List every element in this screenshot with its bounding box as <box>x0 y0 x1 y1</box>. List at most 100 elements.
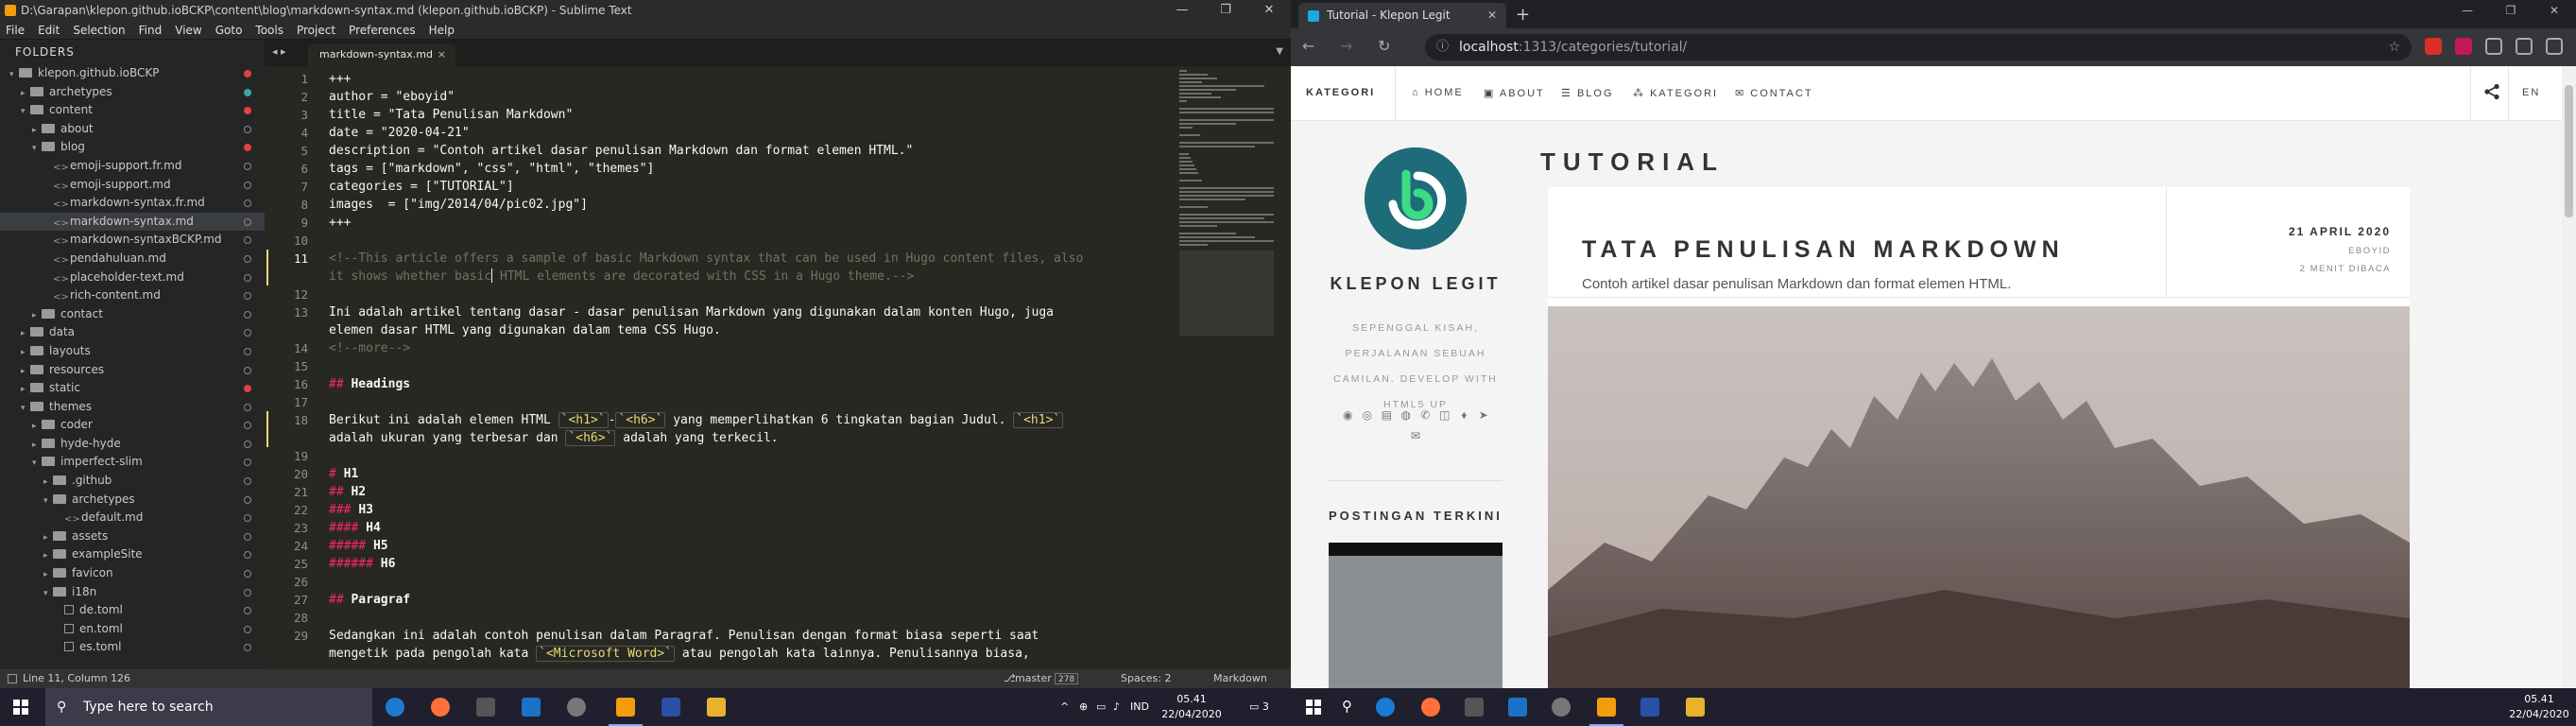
powershell-icon[interactable] <box>1640 698 1659 717</box>
rss-icon[interactable]: ◉ <box>1338 408 1358 422</box>
tree-folder[interactable]: ▾ blog <box>0 138 265 157</box>
nav-kategori[interactable]: ⁂ KATEGORI <box>1633 87 1718 99</box>
editor-scrollbar[interactable] <box>1281 66 1291 669</box>
reading-list-icon[interactable] <box>2485 38 2502 55</box>
dribbble-icon[interactable]: ◍ <box>1397 408 1417 422</box>
email-icon[interactable]: ✉ <box>1406 429 1426 442</box>
sublime-taskbar-icon[interactable] <box>1597 698 1616 717</box>
site-brand[interactable]: KATEGORI <box>1306 87 1375 98</box>
tree-folder[interactable]: ▸ layouts <box>0 342 265 361</box>
nav-blog[interactable]: ☰ BLOG <box>1561 87 1614 99</box>
maximize-button[interactable]: ❐ <box>1204 0 1247 21</box>
tree-folder[interactable]: ▸ assets <box>0 527 265 546</box>
language-switch[interactable]: EN <box>2522 87 2540 98</box>
menu-preferences[interactable]: Preferences <box>349 21 416 39</box>
menu-tools[interactable]: Tools <box>255 21 283 39</box>
file-explorer-icon[interactable] <box>1686 698 1705 717</box>
inkscape-icon[interactable] <box>1465 698 1484 717</box>
tree-file[interactable]: <>rich-content.md <box>0 286 265 305</box>
nav-about[interactable]: ▣ ABOUT <box>1484 87 1545 99</box>
tray-chevron-icon[interactable]: ^ <box>1060 688 1069 726</box>
minimap-viewport[interactable] <box>1179 251 1274 336</box>
menu-view[interactable]: View <box>175 21 201 39</box>
scrollbar-thumb[interactable] <box>2565 85 2573 217</box>
tab-close-icon[interactable]: × <box>438 43 446 66</box>
tab-close-icon[interactable]: ✕ <box>1487 3 1497 28</box>
file-explorer-icon[interactable] <box>707 698 726 717</box>
close-button[interactable]: ✕ <box>2533 0 2576 28</box>
whatsapp-icon[interactable]: ✆ <box>1416 408 1435 422</box>
git-branch[interactable]: master <box>1015 669 1052 688</box>
tree-file[interactable]: <>markdown-syntaxBCKP.md <box>0 231 265 250</box>
minimap[interactable] <box>1177 66 1281 669</box>
tree-file[interactable]: <>emoji-support.md <box>0 176 265 195</box>
tree-file[interactable]: <>emoji-support.fr.md <box>0 157 265 176</box>
tab-markdown-syntax[interactable]: markdown-syntax.md × <box>308 43 455 66</box>
notification-icon[interactable]: ▭ 3 <box>1249 688 1269 726</box>
tree-folder[interactable]: ▸ resources <box>0 361 265 380</box>
tree-folder[interactable]: ▸ static <box>0 379 265 398</box>
minimize-button[interactable]: — <box>2446 0 2489 28</box>
menu-goto[interactable]: Goto <box>215 21 243 39</box>
tree-file[interactable]: <>placeholder-text.md <box>0 268 265 287</box>
browser-tab-tutorial[interactable]: Tutorial - Klepon Legit ✕ <box>1298 3 1506 28</box>
site-info-icon[interactable]: ⓘ <box>1436 34 1449 60</box>
sublime-taskbar-icon[interactable] <box>616 698 635 717</box>
firefox-icon[interactable] <box>431 698 450 717</box>
menu-project[interactable]: Project <box>297 21 335 39</box>
post-featured-image[interactable] <box>1548 306 2410 688</box>
mail-icon[interactable] <box>522 698 541 717</box>
address-bar[interactable]: ⓘ localhost:1313/categories/tutorial/ ☆ <box>1425 34 2412 60</box>
tab-dropdown-icon[interactable]: ▼ <box>1276 46 1283 57</box>
extension-shield-icon[interactable] <box>2425 38 2442 55</box>
inkscape-icon[interactable] <box>476 698 495 717</box>
close-button[interactable]: ✕ <box>1247 0 1291 21</box>
tree-folder[interactable]: ▸ data <box>0 323 265 342</box>
tree-folder[interactable]: ▾ content <box>0 101 265 120</box>
windows-start-icon[interactable] <box>13 700 28 715</box>
share-icon[interactable] <box>2483 83 2500 105</box>
media-player-icon[interactable] <box>1552 698 1571 717</box>
tree-folder[interactable]: ▸ favicon <box>0 564 265 583</box>
edge-icon[interactable] <box>1376 698 1395 717</box>
instagram-icon[interactable]: ◫ <box>1435 408 1455 422</box>
share-icon[interactable] <box>2546 38 2563 55</box>
collections-icon[interactable] <box>2516 38 2533 55</box>
tree-folder[interactable]: ▾ themes <box>0 398 265 417</box>
nav-home[interactable]: ⌂ HOME <box>1412 87 1464 98</box>
tree-file[interactable]: <>markdown-syntax.fr.md <box>0 194 265 213</box>
tree-folder[interactable]: ▸ coder <box>0 416 265 435</box>
bookmark-star-icon[interactable]: ☆ <box>2388 34 2400 60</box>
menu-find[interactable]: Find <box>139 21 163 39</box>
edge-icon[interactable] <box>386 698 404 717</box>
input-language[interactable]: IND <box>1130 688 1149 726</box>
mail-icon[interactable] <box>1508 698 1527 717</box>
taskbar-search[interactable]: ⚲ Type here to search <box>45 688 372 726</box>
panel-toggle-icon[interactable] <box>8 674 17 683</box>
tree-folder[interactable]: ▾ klepon.github.ioBCKP <box>0 64 265 83</box>
menu-file[interactable]: File <box>6 21 25 39</box>
volume-icon[interactable]: ♪ <box>1113 688 1120 726</box>
tree-folder[interactable]: ▸ .github <box>0 472 265 491</box>
site-logo[interactable] <box>1365 147 1467 250</box>
menu-edit[interactable]: Edit <box>38 21 60 39</box>
firefox-icon[interactable] <box>1421 698 1440 717</box>
tree-file[interactable]: en.toml <box>0 620 265 639</box>
tree-file[interactable]: <>default.md <box>0 509 265 527</box>
new-tab-button[interactable]: + <box>1516 5 1530 25</box>
recent-post-thumbnail[interactable] <box>1329 543 1503 688</box>
minimize-button[interactable]: — <box>1160 0 1204 21</box>
nav-contact[interactable]: ✉ CONTACT <box>1735 87 1813 99</box>
media-player-icon[interactable] <box>567 698 586 717</box>
tree-file[interactable]: <>markdown-syntax.md <box>0 212 265 232</box>
maximize-button[interactable]: ❐ <box>2489 0 2533 28</box>
reload-icon[interactable]: ↻ <box>1378 37 1390 55</box>
tab-nav-arrows[interactable]: ◂ ▸ <box>272 45 286 58</box>
menu-help[interactable]: Help <box>429 21 455 39</box>
post-title[interactable]: TATA PENULISAN MARKDOWN <box>1582 236 2065 264</box>
tree-folder[interactable]: ▾ i18n <box>0 583 265 602</box>
indentation-setting[interactable]: Spaces: 2 <box>1121 669 1171 688</box>
search-icon[interactable]: ⚲ <box>1342 698 1352 715</box>
back-icon[interactable]: ← <box>1302 37 1314 55</box>
extension-pin-icon[interactable] <box>2455 38 2472 55</box>
